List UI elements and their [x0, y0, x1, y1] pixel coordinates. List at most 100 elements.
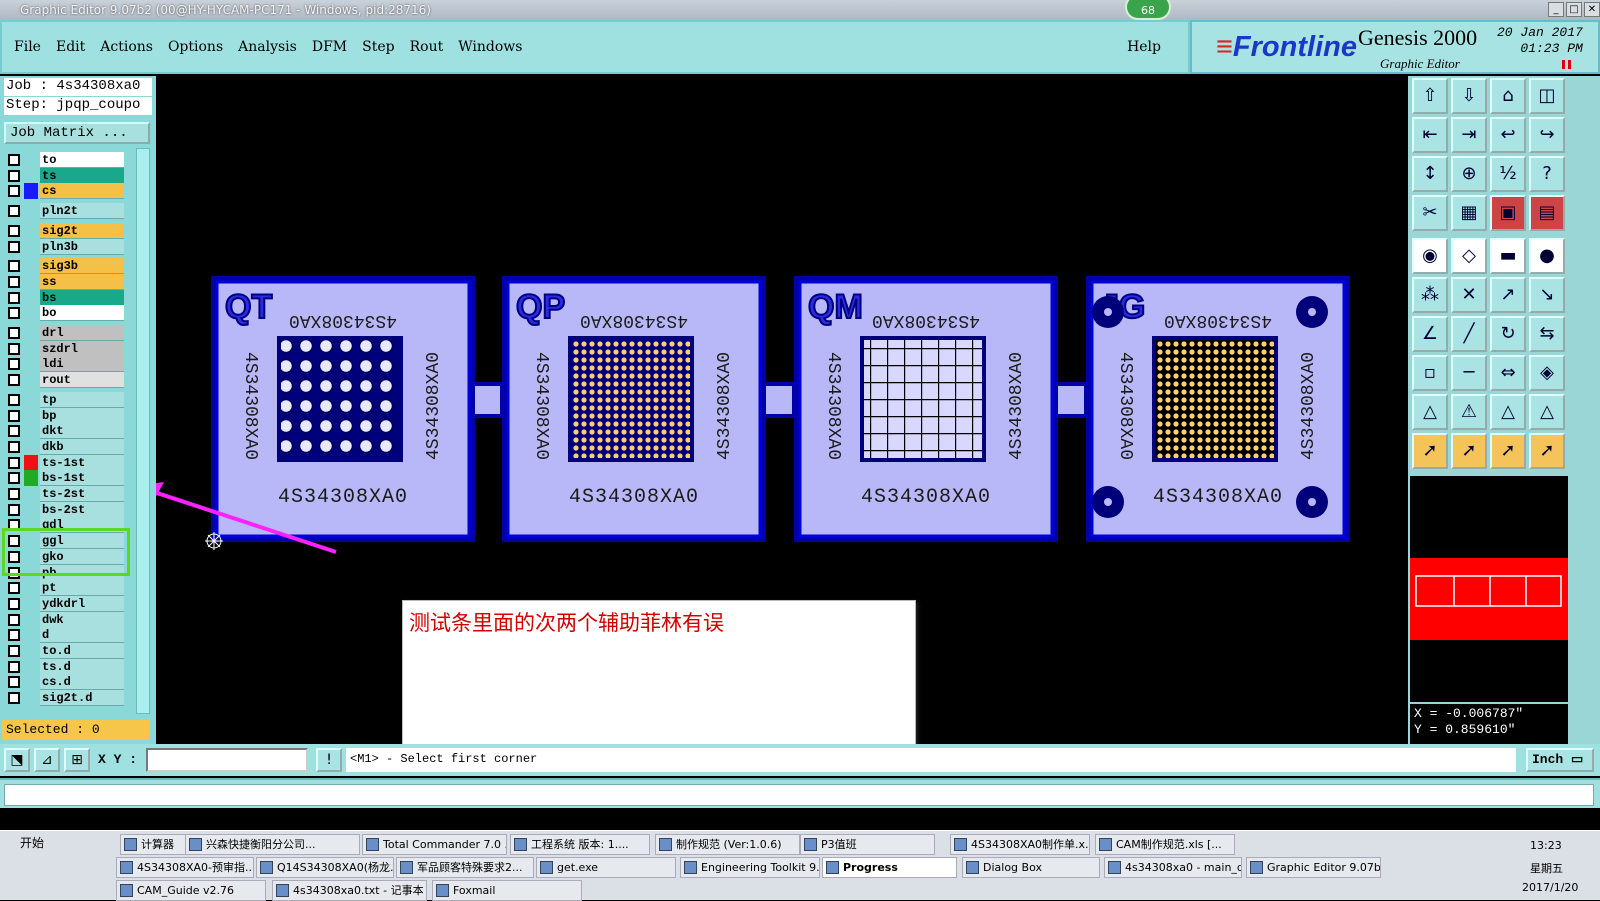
- diagonal-icon[interactable]: ╱: [1451, 316, 1487, 352]
- menu-windows[interactable]: Windows: [458, 39, 522, 55]
- home-icon[interactable]: ⌂: [1490, 78, 1526, 114]
- layer-name[interactable]: d: [40, 627, 124, 644]
- notification-badge[interactable]: 68: [1125, 0, 1171, 20]
- layer-checkbox[interactable]: [8, 472, 20, 485]
- zoom-area-icon[interactable]: ⊕: [1451, 156, 1487, 192]
- taskbar-item[interactable]: 兴森快捷衡阳分公司...: [185, 834, 360, 855]
- dot-icon[interactable]: ●: [1529, 238, 1565, 274]
- taskbar-item[interactable]: 4s34308xa0 - main_qa: [1104, 857, 1242, 878]
- layer-swatch[interactable]: [24, 325, 38, 341]
- taskbar-item[interactable]: Graphic Editor 9.07b...: [1246, 857, 1381, 878]
- pointer-d-icon[interactable]: ➚: [1529, 433, 1565, 469]
- layer-row-d[interactable]: d: [4, 627, 128, 644]
- layer-row-szdrl[interactable]: szdrl: [4, 340, 128, 357]
- xy-input[interactable]: [146, 748, 308, 772]
- layer-checkbox[interactable]: [8, 613, 20, 626]
- taskbar-item[interactable]: Dialog Box: [962, 857, 1100, 878]
- coupon-qm[interactable]: QM 4S34308XA0 4S34308XA0 4S34308XA0 4S34308X…: [794, 276, 1058, 542]
- layer-name[interactable]: dkt: [40, 423, 124, 440]
- layer-name[interactable]: sig3b: [40, 258, 124, 275]
- layer-swatch[interactable]: [24, 356, 38, 372]
- layer-swatch[interactable]: [24, 341, 38, 357]
- layer-checkbox[interactable]: [8, 291, 20, 304]
- layer-row-to[interactable]: to: [4, 152, 128, 168]
- layer-name[interactable]: ts-2st: [40, 486, 124, 502]
- pointer-b-icon[interactable]: ➚: [1451, 433, 1487, 469]
- layer-row-drl[interactable]: drl: [4, 325, 128, 341]
- layer-swatch[interactable]: [24, 659, 38, 675]
- layer-row-sig2t.d[interactable]: sig2t.d: [4, 690, 128, 707]
- taskbar-item[interactable]: 4s34308xa0.txt - 记事本: [272, 880, 427, 901]
- layer-checkbox[interactable]: [8, 205, 20, 218]
- line-up-icon[interactable]: ↗: [1490, 277, 1526, 313]
- triangle-a-icon[interactable]: △: [1412, 394, 1448, 430]
- layer-swatch[interactable]: [24, 183, 38, 200]
- layers-b-icon[interactable]: ▤: [1529, 195, 1565, 231]
- layer-swatch[interactable]: [24, 305, 38, 321]
- layer-row-sig2t[interactable]: sig2t: [4, 222, 128, 239]
- taskbar-item[interactable]: 制作规范 (Ver:1.0.6): [655, 834, 800, 855]
- taskbar-item[interactable]: 军品顾客特殊要求2...: [396, 857, 534, 878]
- layer-swatch[interactable]: [24, 372, 38, 388]
- angle-icon[interactable]: ∠: [1412, 316, 1448, 352]
- layer-name[interactable]: ldi: [40, 356, 124, 373]
- pad-icon[interactable]: ▫: [1412, 355, 1448, 391]
- undo-view-icon[interactable]: ↩: [1490, 117, 1526, 153]
- cut-icon[interactable]: ✂: [1412, 195, 1448, 231]
- layer-name[interactable]: to.d: [40, 643, 124, 659]
- redo-view-icon[interactable]: ↪: [1529, 117, 1565, 153]
- coupon-jg[interactable]: JG4S34308XA04S34308XA04S34308XA04S34308X…: [1086, 276, 1350, 542]
- layer-name[interactable]: szdrl: [40, 340, 124, 357]
- taskbar-item[interactable]: P3值班: [800, 834, 935, 855]
- layer-checkbox[interactable]: [8, 275, 20, 288]
- layer-swatch[interactable]: [24, 258, 38, 274]
- grid-mode-icon[interactable]: ⊞: [64, 748, 90, 772]
- layer-name[interactable]: bs: [40, 289, 124, 306]
- layer-swatch[interactable]: [24, 239, 38, 255]
- layer-row-bp[interactable]: bp: [4, 407, 128, 424]
- layer-checkbox[interactable]: [8, 488, 20, 500]
- layer-name[interactable]: ss: [40, 273, 124, 290]
- layer-checkbox[interactable]: [8, 393, 20, 406]
- layer-checkbox[interactable]: [8, 692, 20, 705]
- layer-checkbox[interactable]: [8, 374, 20, 387]
- layer-checkbox[interactable]: [8, 645, 20, 657]
- menu-edit[interactable]: Edit: [56, 39, 85, 55]
- layer-checkbox[interactable]: [8, 629, 20, 642]
- split-view-icon[interactable]: ◫: [1529, 78, 1565, 114]
- layer-checkbox[interactable]: [8, 660, 20, 673]
- layer-swatch[interactable]: [24, 690, 38, 706]
- taskbar-item[interactable]: CAM制作规范.xls [...: [1095, 834, 1235, 855]
- layer-checkbox[interactable]: [8, 597, 20, 610]
- taskbar-item[interactable]: 4S34308XA0制作单.x...: [950, 834, 1090, 855]
- layer-row-ts-1st[interactable]: ts-1st: [4, 454, 128, 471]
- layer-swatch[interactable]: [24, 454, 38, 471]
- layer-checkbox[interactable]: [8, 185, 20, 198]
- taskbar-item[interactable]: Total Commander 7.0 ...: [362, 834, 507, 855]
- layer-row-ts[interactable]: ts: [4, 167, 128, 184]
- grid-icon[interactable]: ▦: [1451, 195, 1487, 231]
- menu-step[interactable]: Step: [362, 39, 394, 55]
- layer-name[interactable]: ts.d: [40, 658, 124, 675]
- tray-clock[interactable]: 13:23: [1530, 839, 1562, 852]
- layer-swatch[interactable]: [24, 439, 38, 455]
- layer-swatch[interactable]: [24, 612, 38, 628]
- layer-name[interactable]: sig2t: [40, 222, 124, 239]
- taskbar-item[interactable]: Progress: [822, 857, 957, 878]
- triangle-c-icon[interactable]: △: [1490, 394, 1526, 430]
- layer-row-dkb[interactable]: dkb: [4, 438, 128, 455]
- select-feature-icon[interactable]: ◉: [1412, 238, 1448, 274]
- layer-checkbox[interactable]: [8, 503, 20, 516]
- layer-row-bs[interactable]: bs: [4, 289, 128, 306]
- layer-swatch[interactable]: [24, 423, 38, 439]
- menu-actions[interactable]: Actions: [100, 39, 153, 55]
- layer-row-tp[interactable]: tp: [4, 391, 128, 408]
- layer-row-sig3b[interactable]: sig3b: [4, 258, 128, 275]
- layer-name[interactable]: bp: [40, 407, 124, 424]
- ratio-icon[interactable]: ½: [1490, 156, 1526, 192]
- layer-checkbox[interactable]: [8, 169, 20, 182]
- layer-row-cs[interactable]: cs: [4, 183, 128, 200]
- layer-swatch[interactable]: [24, 392, 38, 408]
- pointer-c-icon[interactable]: ➚: [1490, 433, 1526, 469]
- close-button[interactable]: ✕: [1584, 2, 1600, 17]
